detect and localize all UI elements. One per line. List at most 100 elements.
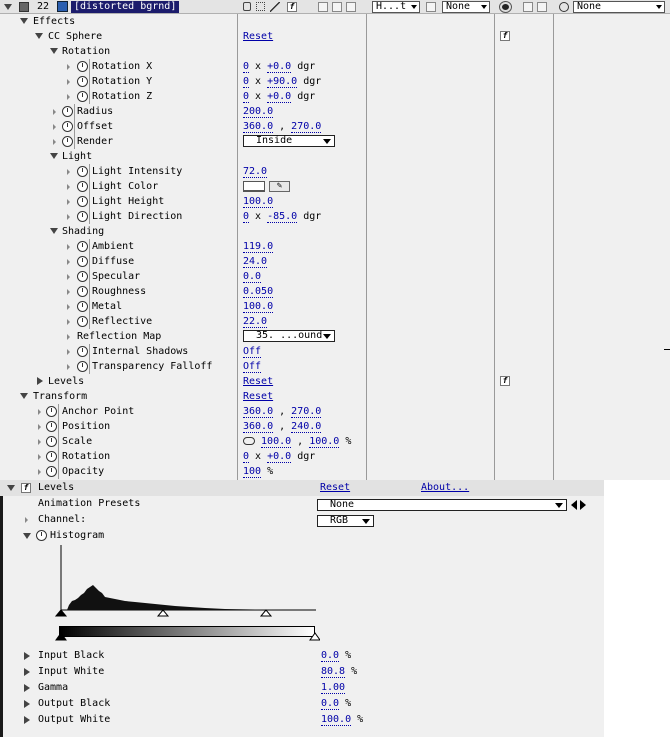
shy-switch-icon[interactable]: [243, 2, 251, 11]
expand-icon[interactable]: [67, 244, 70, 250]
expand-rotation-icon[interactable]: [50, 48, 58, 54]
collapse-switch-icon[interactable]: [256, 2, 265, 11]
stopwatch-icon[interactable]: [77, 346, 88, 357]
next-preset-icon[interactable]: [580, 500, 586, 510]
light-color-swatch[interactable]: [243, 181, 265, 192]
expand-icon[interactable]: [67, 214, 70, 220]
expand-icon[interactable]: [53, 124, 56, 130]
shading-group-row[interactable]: Shading: [0, 224, 670, 239]
stopwatch-icon[interactable]: [77, 91, 88, 102]
expand-effects-icon[interactable]: [20, 18, 28, 24]
ambient-value[interactable]: 119.0: [243, 239, 274, 254]
stopwatch-icon[interactable]: [77, 241, 88, 252]
stopwatch-icon[interactable]: [77, 361, 88, 372]
rotation-group-row[interactable]: Rotation: [0, 44, 670, 59]
layer-name[interactable]: [distorted bgrnd]: [71, 1, 180, 13]
stopwatch-icon[interactable]: [62, 136, 73, 147]
stopwatch-icon[interactable]: [77, 61, 88, 72]
specular-value[interactable]: 0.0: [243, 269, 262, 284]
stopwatch-icon[interactable]: [62, 106, 73, 117]
stopwatch-icon[interactable]: [77, 166, 88, 177]
expand-icon[interactable]: [67, 334, 70, 340]
expand-icon[interactable]: [67, 199, 70, 205]
expand-icon[interactable]: [67, 289, 70, 295]
expand-input-white-icon[interactable]: [24, 668, 30, 676]
collapse-histogram-icon[interactable]: [23, 533, 31, 539]
expand-shading-icon[interactable]: [50, 228, 58, 234]
light-intensity-value[interactable]: 72.0: [243, 164, 268, 179]
effect-enabled-icon[interactable]: f: [500, 376, 510, 386]
about-link[interactable]: About...: [421, 480, 469, 496]
transform-reset-link[interactable]: Reset: [243, 389, 273, 404]
expand-icon[interactable]: [25, 517, 28, 523]
input-white-slider-handle[interactable]: [259, 609, 273, 617]
effect-enabled-icon[interactable]: f: [21, 483, 31, 493]
quality-switch-icon[interactable]: [270, 2, 280, 12]
diffuse-value[interactable]: 24.0: [243, 254, 268, 269]
stopwatch-icon[interactable]: [77, 76, 88, 87]
collapse-layer-icon[interactable]: [4, 4, 12, 10]
levels-effect-row[interactable]: Levels Reset f: [0, 374, 670, 389]
metal-value[interactable]: 100.0: [243, 299, 274, 314]
stopwatch-icon[interactable]: [77, 196, 88, 207]
effects-switch-icon[interactable]: f: [287, 2, 297, 12]
stopwatch-icon[interactable]: [77, 181, 88, 192]
stopwatch-icon[interactable]: [77, 256, 88, 267]
reflective-value[interactable]: 22.0: [243, 314, 268, 329]
input-white-value[interactable]: 80.8 %: [321, 664, 357, 680]
anchor-point-value[interactable]: 360.0 , 270.0: [243, 404, 322, 419]
expand-icon[interactable]: [67, 79, 70, 85]
scale-value[interactable]: 100.0 , 100.0 %: [243, 434, 351, 449]
expand-icon[interactable]: [67, 304, 70, 310]
opacity-value[interactable]: 100 %: [243, 464, 273, 479]
transform-rotation-value[interactable]: 0 x +0.0 dgr: [243, 449, 315, 464]
expand-icon[interactable]: [67, 349, 70, 355]
transform-group-row[interactable]: Transform Reset: [0, 389, 670, 404]
cc-sphere-reset-link[interactable]: Reset: [243, 29, 273, 44]
expand-icon[interactable]: [67, 64, 70, 70]
position-value[interactable]: 360.0 , 240.0: [243, 419, 322, 434]
rotation-x-value[interactable]: 0 x +0.0 dgr: [243, 59, 315, 74]
render-dropdown[interactable]: Inside: [243, 134, 335, 149]
expand-icon[interactable]: [67, 259, 70, 265]
expand-icon[interactable]: [67, 319, 70, 325]
gamma-slider-handle[interactable]: [156, 609, 170, 617]
expand-output-black-icon[interactable]: [24, 700, 30, 708]
rotation-z-value[interactable]: 0 x +0.0 dgr: [243, 89, 315, 104]
expand-levels-icon[interactable]: [37, 377, 43, 385]
eyedropper-icon[interactable]: ✎: [269, 181, 290, 192]
expand-light-icon[interactable]: [50, 153, 58, 159]
mode-dropdown[interactable]: H...t: [372, 1, 420, 13]
output-white-slider-handle[interactable]: [309, 632, 320, 641]
expand-icon[interactable]: [67, 184, 70, 190]
expand-icon[interactable]: [38, 409, 41, 415]
expand-gamma-icon[interactable]: [24, 684, 30, 692]
cc-sphere-row[interactable]: CC Sphere Reset f: [0, 29, 670, 44]
stopwatch-icon[interactable]: [46, 451, 57, 462]
expand-icon[interactable]: [67, 94, 70, 100]
previous-preset-icon[interactable]: [571, 500, 577, 510]
levels-header-row[interactable]: f Levels Reset About...: [0, 480, 604, 496]
stopwatch-icon[interactable]: [77, 211, 88, 222]
audio-switch[interactable]: [523, 2, 533, 12]
preserve-transparency-checkbox[interactable]: [426, 2, 436, 12]
expand-icon[interactable]: [67, 274, 70, 280]
internal-shadows-value[interactable]: Off: [243, 344, 262, 359]
layer-header-row[interactable]: 22 [distorted bgrnd] f H...t None None: [0, 0, 670, 14]
stopwatch-icon[interactable]: [46, 421, 57, 432]
reflection-map-dropdown[interactable]: 35. ...ound: [243, 329, 335, 344]
stopwatch-icon[interactable]: [46, 406, 57, 417]
light-height-value[interactable]: 100.0: [243, 194, 274, 209]
motion-blur-switch[interactable]: [332, 2, 342, 12]
stopwatch-icon[interactable]: [46, 436, 57, 447]
constrain-proportions-icon[interactable]: [243, 437, 255, 445]
label-color-swatch[interactable]: [19, 2, 29, 12]
expand-icon[interactable]: [67, 169, 70, 175]
output-white-value[interactable]: 100.0 %: [321, 712, 363, 728]
effects-group-row[interactable]: Effects: [0, 14, 670, 29]
expand-icon[interactable]: [38, 424, 41, 430]
offset-value[interactable]: 360.0 , 270.0: [243, 119, 322, 134]
effect-enabled-icon[interactable]: f: [500, 31, 510, 41]
expand-icon[interactable]: [53, 139, 56, 145]
expand-cc-sphere-icon[interactable]: [35, 33, 43, 39]
